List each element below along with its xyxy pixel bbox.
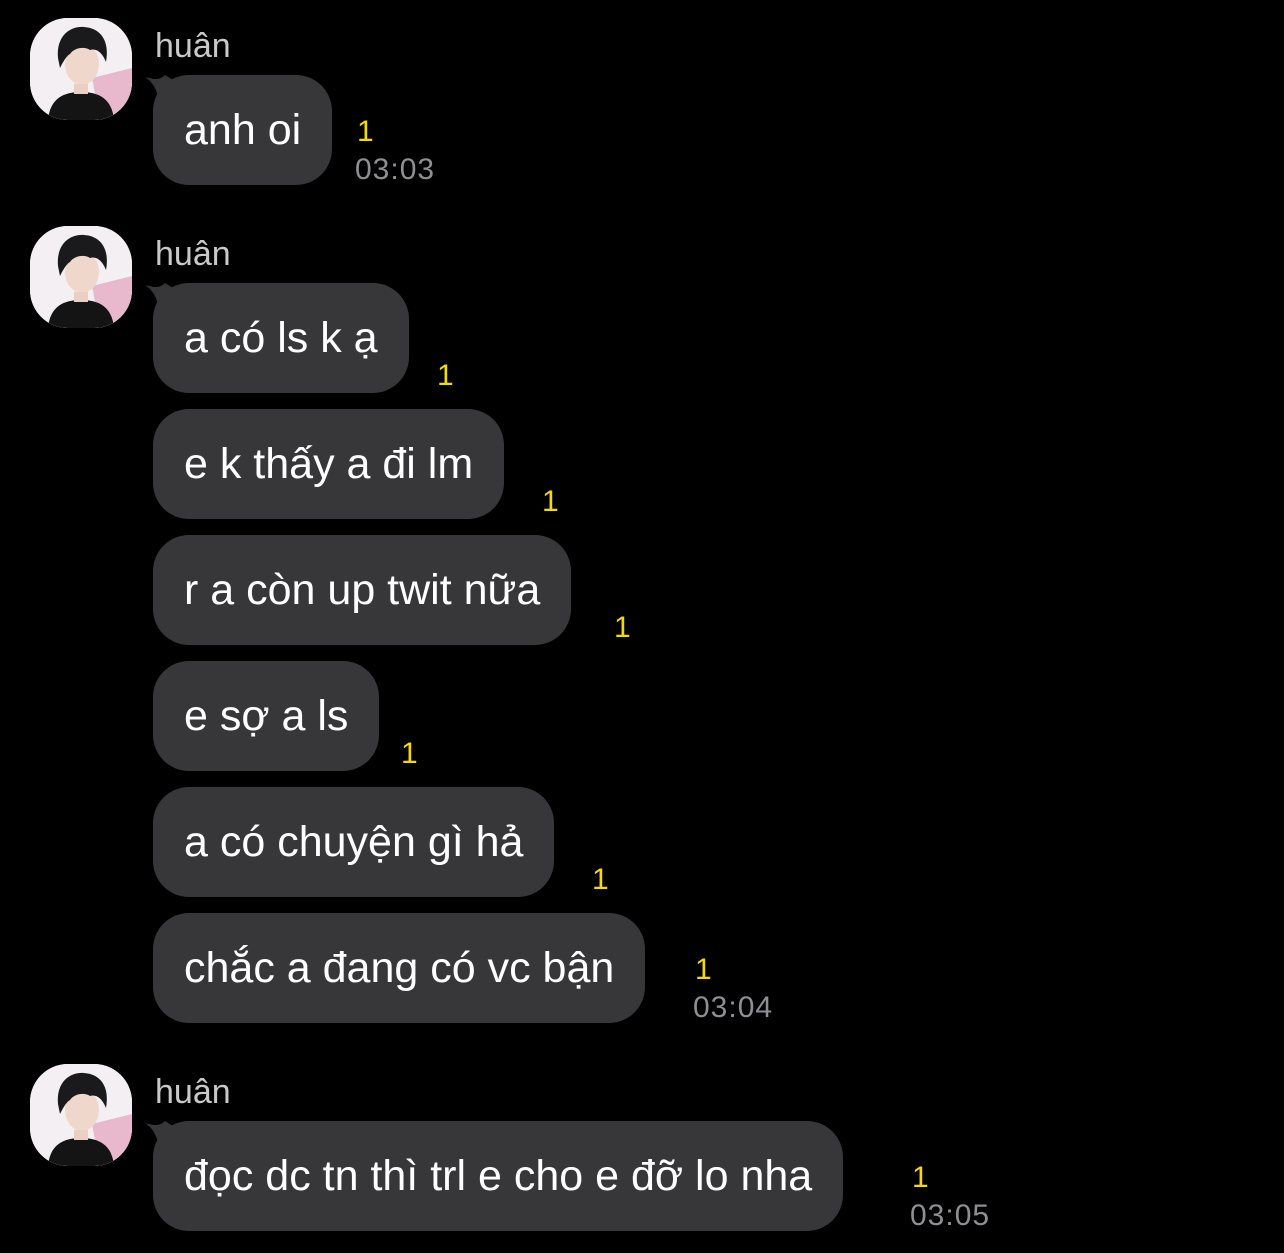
sender-name: huân — [155, 235, 231, 273]
message-bubble[interactable]: r a còn up twit nữa — [153, 535, 572, 645]
unread-count: 1 — [357, 115, 374, 148]
message-time: 03:05 — [910, 1199, 991, 1232]
message-bubble[interactable]: a có ls k ạ — [153, 283, 409, 393]
user-avatar-icon — [30, 18, 132, 120]
message-bubble[interactable]: e sợ a ls — [153, 661, 380, 771]
sender-name: huân — [155, 27, 231, 65]
sender-avatar[interactable] — [30, 18, 132, 120]
message-time: 03:04 — [693, 991, 774, 1024]
message-bubble[interactable]: đọc dc tn thì trl e cho e đỡ lo nha — [153, 1121, 844, 1231]
user-avatar-icon — [30, 226, 132, 328]
unread-count: 1 — [912, 1161, 929, 1194]
message-bubble[interactable]: chắc a đang có vc bận — [153, 913, 646, 1023]
unread-count: 1 — [437, 359, 454, 392]
unread-count: 1 — [614, 611, 631, 644]
sender-avatar[interactable] — [30, 1064, 132, 1166]
unread-count: 1 — [592, 863, 609, 896]
sender-avatar[interactable] — [30, 226, 132, 328]
message-bubble[interactable]: e k thấy a đi lm — [153, 409, 505, 519]
unread-count: 1 — [695, 953, 712, 986]
message-bubble[interactable]: anh oi — [153, 75, 333, 185]
message-bubble[interactable]: a có chuyện gì hả — [153, 787, 555, 897]
message-time: 03:03 — [355, 153, 436, 186]
sender-name: huân — [155, 1073, 231, 1111]
unread-count: 1 — [542, 485, 559, 518]
user-avatar-icon — [30, 1064, 132, 1166]
unread-count: 1 — [401, 737, 418, 770]
